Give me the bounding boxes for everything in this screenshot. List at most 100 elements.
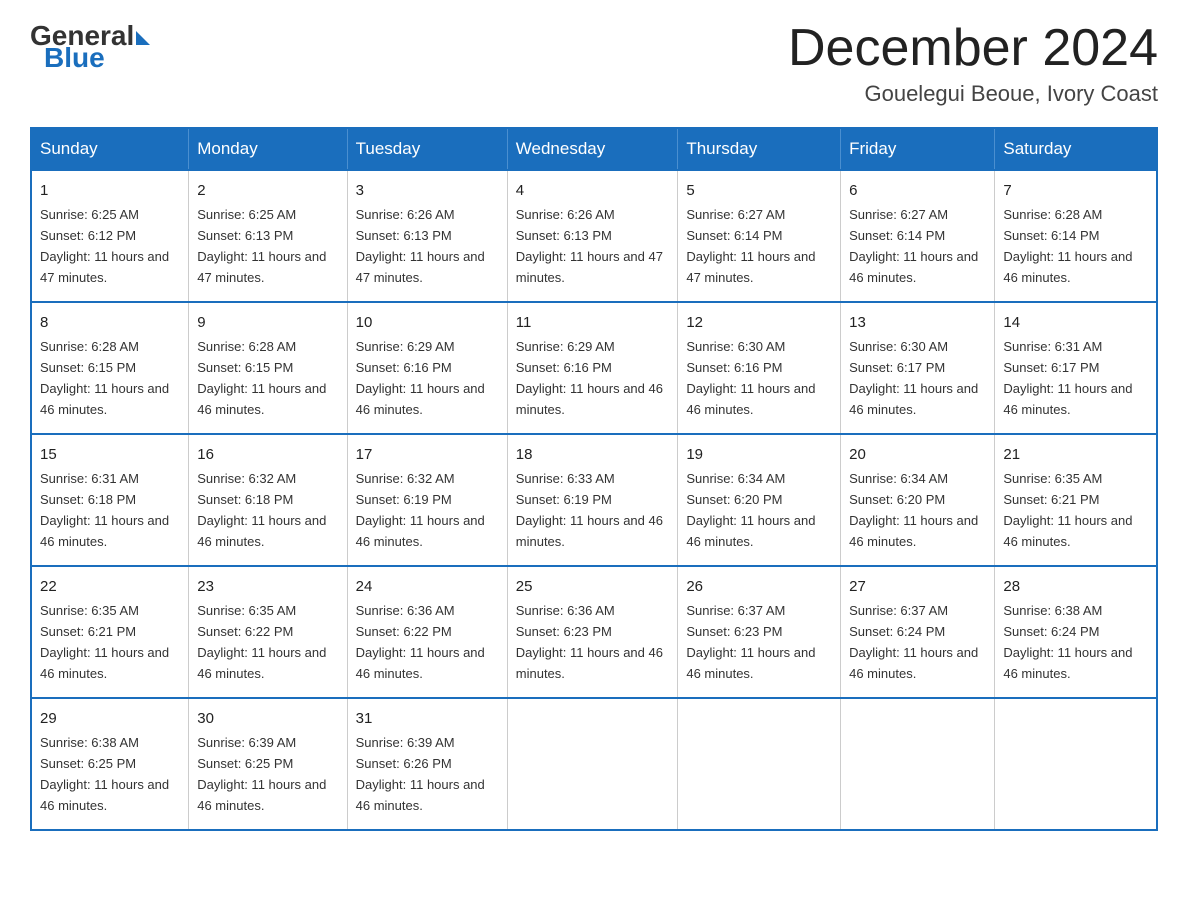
day-info: Sunrise: 6:37 AMSunset: 6:24 PMDaylight:… xyxy=(849,603,978,681)
day-number: 27 xyxy=(849,575,986,598)
day-info: Sunrise: 6:39 AMSunset: 6:26 PMDaylight:… xyxy=(356,735,485,813)
day-info: Sunrise: 6:26 AMSunset: 6:13 PMDaylight:… xyxy=(516,207,663,285)
page-header: General Blue December 2024 Gouelegui Beo… xyxy=(30,20,1158,107)
calendar-table: Sunday Monday Tuesday Wednesday Thursday… xyxy=(30,127,1158,831)
col-monday: Monday xyxy=(189,128,347,170)
table-row: 25 Sunrise: 6:36 AMSunset: 6:23 PMDayligh… xyxy=(507,566,678,698)
day-number: 20 xyxy=(849,443,986,466)
table-row: 8Sunrise: 6:28 AMSunset: 6:15 PMDaylight… xyxy=(31,302,189,434)
day-info: Sunrise: 6:35 AMSunset: 6:21 PMDaylight:… xyxy=(40,603,169,681)
day-info: Sunrise: 6:34 AMSunset: 6:20 PMDaylight:… xyxy=(849,471,978,549)
table-row: 18 Sunrise: 6:33 AMSunset: 6:19 PMDayligh… xyxy=(507,434,678,566)
day-number: 9 xyxy=(197,311,338,334)
col-friday: Friday xyxy=(841,128,995,170)
day-info: Sunrise: 6:38 AMSunset: 6:24 PMDaylight:… xyxy=(1003,603,1132,681)
table-row: 29Sunrise: 6:38 AMSunset: 6:25 PMDayligh… xyxy=(31,698,189,830)
table-row xyxy=(507,698,678,830)
calendar-header-row: Sunday Monday Tuesday Wednesday Thursday… xyxy=(31,128,1157,170)
table-row: 28 Sunrise: 6:38 AMSunset: 6:24 PMDayligh… xyxy=(995,566,1157,698)
table-row: 30 Sunrise: 6:39 AMSunset: 6:25 PMDayligh… xyxy=(189,698,347,830)
day-number: 7 xyxy=(1003,179,1148,202)
day-number: 30 xyxy=(197,707,338,730)
table-row: 2 Sunrise: 6:25 AMSunset: 6:13 PMDaylight… xyxy=(189,170,347,302)
day-number: 15 xyxy=(40,443,180,466)
table-row: 13Sunrise: 6:30 AMSunset: 6:17 PMDayligh… xyxy=(841,302,995,434)
day-number: 3 xyxy=(356,179,499,202)
table-row xyxy=(678,698,841,830)
table-row: 27 Sunrise: 6:37 AMSunset: 6:24 PMDayligh… xyxy=(841,566,995,698)
day-number: 11 xyxy=(516,311,670,334)
day-info: Sunrise: 6:35 AMSunset: 6:22 PMDaylight:… xyxy=(197,603,326,681)
table-row: 10 Sunrise: 6:29 AMSunset: 6:16 PMDayligh… xyxy=(347,302,507,434)
day-number: 17 xyxy=(356,443,499,466)
table-row: 6Sunrise: 6:27 AMSunset: 6:14 PMDaylight… xyxy=(841,170,995,302)
day-number: 16 xyxy=(197,443,338,466)
day-info: Sunrise: 6:39 AMSunset: 6:25 PMDaylight:… xyxy=(197,735,326,813)
col-thursday: Thursday xyxy=(678,128,841,170)
day-info: Sunrise: 6:31 AMSunset: 6:17 PMDaylight:… xyxy=(1003,339,1132,417)
table-row: 14 Sunrise: 6:31 AMSunset: 6:17 PMDayligh… xyxy=(995,302,1157,434)
day-number: 21 xyxy=(1003,443,1148,466)
table-row: 22 Sunrise: 6:35 AMSunset: 6:21 PMDayligh… xyxy=(31,566,189,698)
day-number: 12 xyxy=(686,311,832,334)
day-info: Sunrise: 6:33 AMSunset: 6:19 PMDaylight:… xyxy=(516,471,663,549)
title-block: December 2024 Gouelegui Beoue, Ivory Coa… xyxy=(788,20,1158,107)
day-info: Sunrise: 6:28 AMSunset: 6:15 PMDaylight:… xyxy=(40,339,169,417)
table-row xyxy=(841,698,995,830)
calendar-week-row: 8Sunrise: 6:28 AMSunset: 6:15 PMDaylight… xyxy=(31,302,1157,434)
day-number: 24 xyxy=(356,575,499,598)
day-number: 25 xyxy=(516,575,670,598)
col-tuesday: Tuesday xyxy=(347,128,507,170)
day-number: 23 xyxy=(197,575,338,598)
day-number: 19 xyxy=(686,443,832,466)
day-info: Sunrise: 6:29 AMSunset: 6:16 PMDaylight:… xyxy=(516,339,663,417)
day-info: Sunrise: 6:32 AMSunset: 6:19 PMDaylight:… xyxy=(356,471,485,549)
day-info: Sunrise: 6:36 AMSunset: 6:22 PMDaylight:… xyxy=(356,603,485,681)
day-info: Sunrise: 6:29 AMSunset: 6:16 PMDaylight:… xyxy=(356,339,485,417)
day-info: Sunrise: 6:28 AMSunset: 6:14 PMDaylight:… xyxy=(1003,207,1132,285)
day-number: 18 xyxy=(516,443,670,466)
table-row: 3 Sunrise: 6:26 AMSunset: 6:13 PMDaylight… xyxy=(347,170,507,302)
day-info: Sunrise: 6:27 AMSunset: 6:14 PMDaylight:… xyxy=(686,207,815,285)
day-number: 22 xyxy=(40,575,180,598)
table-row: 5 Sunrise: 6:27 AMSunset: 6:14 PMDaylight… xyxy=(678,170,841,302)
location-text: Gouelegui Beoue, Ivory Coast xyxy=(788,81,1158,107)
day-number: 13 xyxy=(849,311,986,334)
table-row: 21Sunrise: 6:35 AMSunset: 6:21 PMDayligh… xyxy=(995,434,1157,566)
day-info: Sunrise: 6:25 AMSunset: 6:13 PMDaylight:… xyxy=(197,207,326,285)
day-info: Sunrise: 6:36 AMSunset: 6:23 PMDaylight:… xyxy=(516,603,663,681)
table-row: 31 Sunrise: 6:39 AMSunset: 6:26 PMDayligh… xyxy=(347,698,507,830)
day-number: 5 xyxy=(686,179,832,202)
day-number: 2 xyxy=(197,179,338,202)
table-row: 26 Sunrise: 6:37 AMSunset: 6:23 PMDayligh… xyxy=(678,566,841,698)
table-row: 24 Sunrise: 6:36 AMSunset: 6:22 PMDayligh… xyxy=(347,566,507,698)
day-info: Sunrise: 6:26 AMSunset: 6:13 PMDaylight:… xyxy=(356,207,485,285)
col-saturday: Saturday xyxy=(995,128,1157,170)
table-row: 20 Sunrise: 6:34 AMSunset: 6:20 PMDayligh… xyxy=(841,434,995,566)
day-number: 14 xyxy=(1003,311,1148,334)
table-row: 16 Sunrise: 6:32 AMSunset: 6:18 PMDayligh… xyxy=(189,434,347,566)
day-number: 31 xyxy=(356,707,499,730)
day-number: 28 xyxy=(1003,575,1148,598)
col-sunday: Sunday xyxy=(31,128,189,170)
calendar-week-row: 1Sunrise: 6:25 AMSunset: 6:12 PMDaylight… xyxy=(31,170,1157,302)
calendar-week-row: 22 Sunrise: 6:35 AMSunset: 6:21 PMDayligh… xyxy=(31,566,1157,698)
day-number: 26 xyxy=(686,575,832,598)
day-info: Sunrise: 6:27 AMSunset: 6:14 PMDaylight:… xyxy=(849,207,978,285)
calendar-week-row: 15 Sunrise: 6:31 AMSunset: 6:18 PMDayligh… xyxy=(31,434,1157,566)
col-wednesday: Wednesday xyxy=(507,128,678,170)
day-info: Sunrise: 6:31 AMSunset: 6:18 PMDaylight:… xyxy=(40,471,169,549)
logo-blue-text: Blue xyxy=(44,42,105,74)
day-info: Sunrise: 6:28 AMSunset: 6:15 PMDaylight:… xyxy=(197,339,326,417)
day-number: 10 xyxy=(356,311,499,334)
day-info: Sunrise: 6:25 AMSunset: 6:12 PMDaylight:… xyxy=(40,207,169,285)
day-info: Sunrise: 6:34 AMSunset: 6:20 PMDaylight:… xyxy=(686,471,815,549)
table-row: 17 Sunrise: 6:32 AMSunset: 6:19 PMDayligh… xyxy=(347,434,507,566)
day-number: 4 xyxy=(516,179,670,202)
day-info: Sunrise: 6:37 AMSunset: 6:23 PMDaylight:… xyxy=(686,603,815,681)
table-row: 7 Sunrise: 6:28 AMSunset: 6:14 PMDaylight… xyxy=(995,170,1157,302)
day-info: Sunrise: 6:32 AMSunset: 6:18 PMDaylight:… xyxy=(197,471,326,549)
day-info: Sunrise: 6:30 AMSunset: 6:16 PMDaylight:… xyxy=(686,339,815,417)
table-row: 4 Sunrise: 6:26 AMSunset: 6:13 PMDaylight… xyxy=(507,170,678,302)
table-row: 15 Sunrise: 6:31 AMSunset: 6:18 PMDayligh… xyxy=(31,434,189,566)
